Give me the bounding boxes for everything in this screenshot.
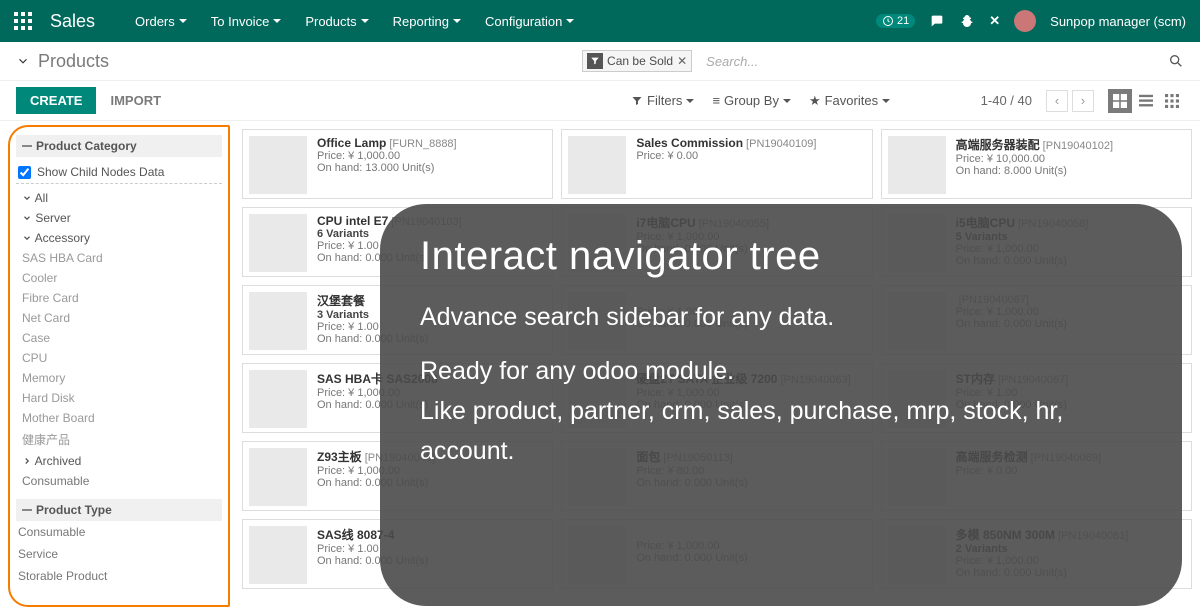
product-title: Sales Commission[PN19040109] bbox=[636, 136, 816, 150]
product-thumb bbox=[249, 214, 307, 272]
pager-range[interactable]: 1-40 / 40 bbox=[981, 93, 1032, 108]
product-type-header[interactable]: Product Type bbox=[16, 499, 222, 521]
product-thumb bbox=[888, 136, 946, 194]
brand[interactable]: Sales bbox=[50, 11, 95, 32]
tree-harddisk[interactable]: Hard Disk bbox=[16, 388, 222, 408]
discuss-icon[interactable] bbox=[929, 13, 945, 29]
tree-leaf[interactable]: Fibre Card bbox=[16, 288, 222, 308]
tree-accessory[interactable]: Accessory bbox=[16, 228, 222, 248]
product-sku: [FURN_8888] bbox=[389, 138, 456, 150]
product-thumb bbox=[249, 526, 307, 584]
user-name[interactable]: Sunpop manager (scm) bbox=[1050, 14, 1186, 29]
tree-archived[interactable]: Archived bbox=[16, 451, 222, 471]
product-sku: [PN19040109] bbox=[746, 138, 816, 150]
caret-down-icon bbox=[453, 19, 461, 23]
create-button[interactable]: CREATE bbox=[16, 87, 96, 114]
product-card[interactable]: Office Lamp[FURN_8888] Price: ¥ 1,000.00… bbox=[242, 129, 553, 199]
category-sidebar: Product Category Show Child Nodes Data A… bbox=[8, 125, 230, 607]
funnel-icon bbox=[587, 53, 603, 69]
caret-down-icon bbox=[179, 19, 187, 23]
product-thumb bbox=[249, 448, 307, 506]
menu-products[interactable]: Products bbox=[305, 14, 368, 29]
product-price: Price: ¥ 0.00 bbox=[636, 150, 816, 162]
caret-down-icon bbox=[361, 19, 369, 23]
product-onhand: On hand: 13.000 Unit(s) bbox=[317, 162, 457, 174]
type-service[interactable]: Service bbox=[16, 543, 222, 565]
overlay-line: Like product, partner, crm, sales, purch… bbox=[420, 391, 1142, 471]
menu-to-invoice[interactable]: To Invoice bbox=[211, 14, 282, 29]
tree-consumable[interactable]: Consumable bbox=[16, 471, 222, 491]
search-icon[interactable] bbox=[1168, 53, 1184, 69]
import-button[interactable]: IMPORT bbox=[110, 93, 161, 108]
topbar: Sales Orders To Invoice Products Reporti… bbox=[0, 0, 1200, 42]
tree-health[interactable]: 健康产品 bbox=[16, 428, 222, 451]
activity-badge[interactable]: 21 bbox=[876, 14, 915, 28]
page-title: Products bbox=[38, 51, 109, 72]
product-card[interactable]: Sales Commission[PN19040109] Price: ¥ 0.… bbox=[561, 129, 872, 199]
bug-icon[interactable] bbox=[959, 13, 975, 29]
product-thumb bbox=[249, 370, 307, 428]
tree-leaf[interactable]: Case bbox=[16, 328, 222, 348]
marketing-overlay: Interact navigator tree Advance search s… bbox=[380, 204, 1182, 606]
product-onhand: On hand: 8.000 Unit(s) bbox=[956, 165, 1113, 177]
product-thumb bbox=[568, 136, 626, 194]
collapse-icon bbox=[22, 145, 32, 147]
product-price: Price: ¥ 1,000.00 bbox=[317, 150, 457, 162]
avatar[interactable] bbox=[1014, 10, 1036, 32]
view-list-button[interactable] bbox=[1134, 89, 1158, 113]
view-grid-button[interactable] bbox=[1160, 89, 1184, 113]
collapse-icon bbox=[22, 509, 32, 511]
caret-down-icon bbox=[273, 19, 281, 23]
menu-configuration[interactable]: Configuration bbox=[485, 14, 574, 29]
star-icon: ★ bbox=[809, 93, 821, 109]
menu-reporting[interactable]: Reporting bbox=[393, 14, 461, 29]
menu-orders[interactable]: Orders bbox=[135, 14, 187, 29]
overlay-line: Advance search sidebar for any data. bbox=[420, 297, 1142, 337]
groupby-button[interactable]: ≡Group By bbox=[712, 93, 791, 109]
pager-prev-button[interactable]: ‹ bbox=[1046, 90, 1068, 112]
tree-server[interactable]: Server bbox=[16, 208, 222, 228]
product-thumb bbox=[249, 136, 307, 194]
apps-icon[interactable] bbox=[14, 12, 32, 30]
show-child-nodes-checkbox[interactable]: Show Child Nodes Data bbox=[16, 161, 222, 184]
tree-motherboard[interactable]: Mother Board bbox=[16, 408, 222, 428]
product-category-header[interactable]: Product Category bbox=[16, 135, 222, 157]
tree-leaf[interactable]: Cooler bbox=[16, 268, 222, 288]
product-title: 高端服务器装配[PN19040102] bbox=[956, 136, 1113, 153]
type-storable[interactable]: Storable Product bbox=[16, 565, 222, 587]
search-filter-chip[interactable]: Can be Sold ✕ bbox=[582, 50, 692, 72]
product-sku: [PN19040102] bbox=[1043, 140, 1113, 152]
tree-all[interactable]: All bbox=[16, 188, 222, 208]
search-input[interactable]: Search... bbox=[706, 54, 758, 69]
top-menu: Orders To Invoice Products Reporting Con… bbox=[135, 14, 876, 29]
tree-cpu[interactable]: CPU bbox=[16, 348, 222, 368]
chip-remove-icon[interactable]: ✕ bbox=[677, 54, 687, 68]
product-title: Office Lamp[FURN_8888] bbox=[317, 136, 457, 150]
overlay-title: Interact navigator tree bbox=[420, 234, 1142, 279]
pager-next-button[interactable]: › bbox=[1072, 90, 1094, 112]
tree-leaf[interactable]: Net Card bbox=[16, 308, 222, 328]
filters-button[interactable]: Filters bbox=[631, 93, 694, 109]
overlay-line: Ready for any odoo module. bbox=[420, 351, 1142, 391]
caret-down-icon bbox=[566, 19, 574, 23]
favorites-button[interactable]: ★Favorites bbox=[809, 93, 890, 109]
product-price: Price: ¥ 10,000.00 bbox=[956, 153, 1113, 165]
breadcrumb-bar: Products Can be Sold ✕ Search... bbox=[0, 42, 1200, 81]
tree-memory[interactable]: Memory bbox=[16, 368, 222, 388]
tree-leaf[interactable]: SAS HBA Card bbox=[16, 248, 222, 268]
product-card[interactable]: 高端服务器装配[PN19040102] Price: ¥ 10,000.00 O… bbox=[881, 129, 1192, 199]
type-consumable[interactable]: Consumable bbox=[16, 521, 222, 543]
product-thumb bbox=[249, 292, 307, 350]
list-icon: ≡ bbox=[712, 93, 720, 108]
close-icon[interactable]: ✕ bbox=[989, 13, 1000, 29]
toolbar: CREATE IMPORT Filters ≡Group By ★Favorit… bbox=[0, 81, 1200, 121]
view-kanban-button[interactable] bbox=[1108, 89, 1132, 113]
chevron-down-icon[interactable] bbox=[16, 54, 30, 68]
